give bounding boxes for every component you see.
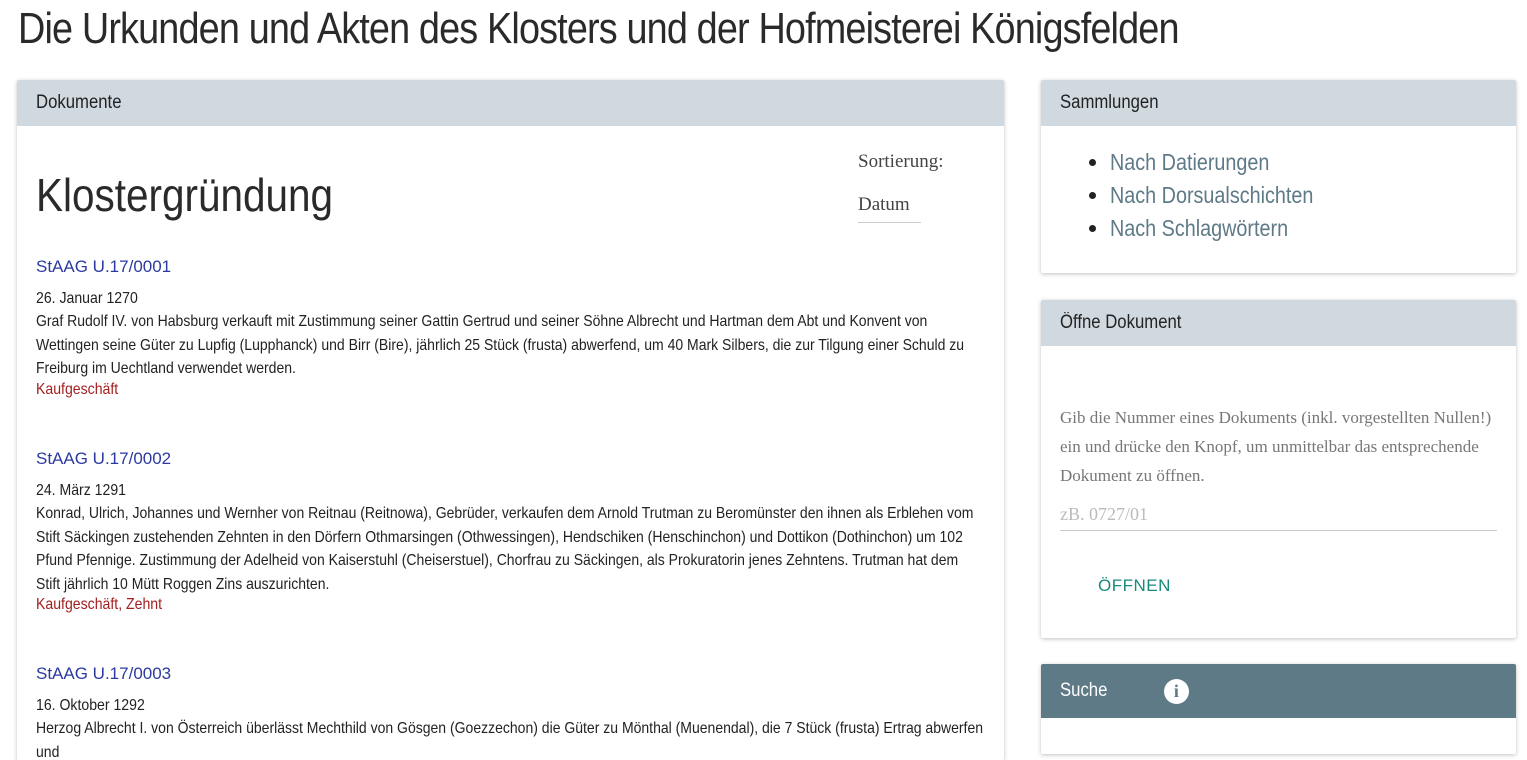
document-number-input[interactable]: [1060, 498, 1497, 531]
document-entry: StAAG U.17/0001 26. Januar 1270 Graf Rud…: [36, 257, 986, 399]
collection-item: Nach Datierungen: [1110, 146, 1516, 179]
document-date: 24. März 1291: [36, 482, 127, 499]
document-date: 26. Januar 1270: [36, 290, 138, 307]
document-entry: StAAG U.17/0003 16. Oktober 1292 Herzog …: [36, 664, 986, 760]
open-document-card-header: Öffne Dokument: [1041, 300, 1516, 346]
collections-card-header: Sammlungen: [1041, 80, 1516, 126]
collections-list: Nach Datierungen Nach Dorsualschichten N…: [1091, 146, 1516, 245]
page-title: Die Urkunden und Akten des Klosters und …: [18, 4, 1180, 53]
collection-link-dates[interactable]: Nach Datierungen: [1110, 146, 1269, 179]
search-card-header: Suche i: [1041, 664, 1516, 718]
documents-card-title: Dokumente: [36, 92, 122, 113]
document-date: 16. Oktober 1292: [36, 697, 145, 714]
open-document-button[interactable]: ÖFFNEN: [1086, 572, 1183, 600]
document-description: Graf Rudolf IV. von Habsburg verkauft mi…: [36, 313, 965, 377]
collection-item: Nach Dorsualschichten: [1110, 179, 1516, 212]
search-card: Suche i: [1041, 664, 1516, 754]
open-document-card-title: Öffne Dokument: [1060, 312, 1182, 333]
collection-link-keywords[interactable]: Nach Schlagwörtern: [1110, 212, 1288, 245]
document-entry: StAAG U.17/0002 24. März 1291 Konrad, Ul…: [36, 449, 986, 614]
section-title: Klostergründung: [36, 169, 334, 221]
document-signature-link[interactable]: StAAG U.17/0002: [36, 449, 986, 469]
documents-card-header: Dokumente: [17, 80, 1004, 126]
collection-item: Nach Schlagwörtern: [1110, 212, 1516, 245]
document-description: Konrad, Ulrich, Johannes und Wernher von…: [36, 505, 974, 593]
document-tags[interactable]: Kaufgeschäft, Zehnt: [36, 596, 872, 614]
sort-select[interactable]: Datum: [858, 194, 921, 223]
open-document-card: Öffne Dokument Gib die Nummer eines Doku…: [1041, 300, 1516, 638]
document-signature-link[interactable]: StAAG U.17/0001: [36, 257, 986, 277]
search-card-title: Suche: [1060, 680, 1108, 701]
collections-card-title: Sammlungen: [1060, 92, 1159, 113]
document-tags[interactable]: Kaufgeschäft: [36, 381, 872, 399]
open-document-help-text: Gib die Nummer eines Dokuments (inkl. vo…: [1060, 408, 1492, 485]
collection-link-dorsal[interactable]: Nach Dorsualschichten: [1110, 179, 1313, 212]
info-icon[interactable]: i: [1163, 678, 1189, 704]
collections-card: Sammlungen Nach Datierungen Nach Dorsual…: [1041, 80, 1516, 273]
document-description: Herzog Albrecht I. von Österreich überlä…: [36, 720, 984, 760]
sort-label: Sortierung:: [858, 151, 944, 172]
documents-card: Dokumente Klostergründung Sortierung: Da…: [17, 80, 1004, 760]
document-signature-link[interactable]: StAAG U.17/0003: [36, 664, 986, 684]
